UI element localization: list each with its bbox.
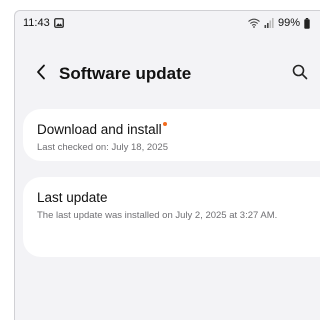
download-and-install-title: Download and install bbox=[37, 122, 162, 137]
download-and-install-item[interactable]: Download and install Last checked on: Ju… bbox=[23, 109, 320, 161]
status-time: 11:43 bbox=[23, 17, 50, 29]
signal-icon bbox=[264, 18, 274, 28]
new-badge-dot bbox=[162, 122, 167, 126]
app-bar: Software update bbox=[15, 57, 320, 91]
phone-screen: 11:43 99% Software update Download and i… bbox=[14, 10, 320, 320]
last-checked-text: Last checked on: July 18, 2025 bbox=[37, 142, 168, 153]
search-button[interactable] bbox=[288, 62, 312, 86]
back-button[interactable] bbox=[29, 62, 53, 86]
chevron-left-icon bbox=[35, 64, 47, 85]
image-notification-icon bbox=[53, 18, 64, 28]
search-icon bbox=[292, 64, 308, 85]
battery-percent: 99% bbox=[277, 17, 300, 29]
last-update-item[interactable]: Last update The last update was installe… bbox=[23, 177, 320, 257]
page-title: Software update bbox=[59, 64, 192, 83]
last-update-details: The last update was installed on July 2,… bbox=[37, 210, 278, 221]
status-bar: 11:43 99% bbox=[15, 11, 320, 35]
last-update-title: Last update bbox=[37, 190, 108, 205]
battery-icon bbox=[304, 17, 310, 29]
wifi-icon bbox=[248, 18, 260, 28]
